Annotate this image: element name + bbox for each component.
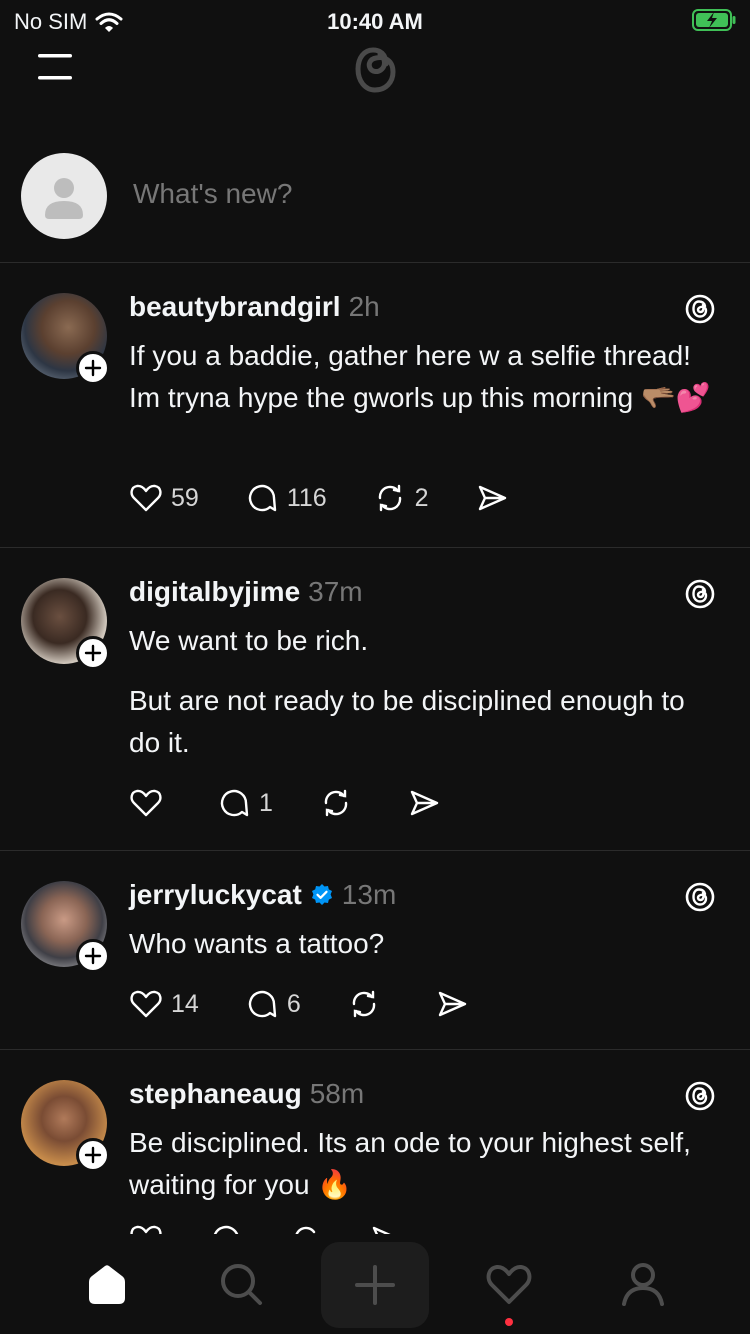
create-icon bbox=[355, 1265, 395, 1305]
repost-button[interactable]: 2 bbox=[373, 481, 429, 515]
post-text: But are not ready to be disciplined enou… bbox=[129, 685, 685, 758]
follow-plus-icon[interactable] bbox=[76, 1138, 110, 1172]
repost-button[interactable] bbox=[347, 987, 389, 1021]
like-button[interactable] bbox=[129, 786, 171, 820]
post-text: If you a baddie, gather here w a selfie … bbox=[129, 340, 711, 413]
like-button[interactable]: 59 bbox=[129, 481, 199, 515]
post-body: Be disciplined. Its an ode to your highe… bbox=[129, 1122, 719, 1224]
activity-icon bbox=[486, 1264, 532, 1304]
nav-search[interactable] bbox=[211, 1254, 271, 1314]
post-time: 58m bbox=[309, 1078, 365, 1109]
comment-icon bbox=[220, 789, 249, 817]
post-text: Who wants a tattoo? bbox=[129, 928, 385, 959]
nav-home[interactable] bbox=[77, 1254, 137, 1314]
repost-button[interactable] bbox=[319, 786, 361, 820]
post-card[interactable]: beautybrandgirl 2h If you a baddie, gath… bbox=[0, 263, 750, 548]
post-time: 2h bbox=[348, 291, 380, 322]
threads-mark-icon[interactable] bbox=[684, 881, 716, 913]
share-button[interactable] bbox=[407, 786, 441, 820]
post-text: Be disciplined. Its an ode to your highe… bbox=[129, 1127, 691, 1200]
reply-button[interactable]: 1 bbox=[217, 786, 273, 820]
username[interactable]: stephaneaug bbox=[129, 1078, 302, 1110]
follow-plus-icon[interactable] bbox=[76, 939, 110, 973]
nav-create[interactable] bbox=[321, 1242, 429, 1328]
post-time: 13m bbox=[341, 879, 397, 910]
follow-plus-icon[interactable] bbox=[76, 636, 110, 670]
follow-plus-icon[interactable] bbox=[76, 351, 110, 385]
username[interactable]: beautybrandgirl bbox=[129, 291, 341, 323]
repost-button[interactable] bbox=[289, 1222, 323, 1234]
reply-count: 116 bbox=[286, 483, 327, 512]
threads-logo-icon[interactable] bbox=[340, 34, 410, 104]
composer[interactable]: What's new? bbox=[0, 150, 750, 263]
bottom-nav bbox=[0, 1234, 750, 1334]
like-button[interactable]: 14 bbox=[129, 987, 199, 1021]
post-card[interactable]: digitalbyjime 37m We want to be rich. Bu… bbox=[0, 548, 750, 851]
post-body: If you a baddie, gather here w a selfie … bbox=[129, 335, 719, 437]
search-icon bbox=[221, 1264, 262, 1305]
top-bar bbox=[0, 40, 750, 110]
repost-count: 2 bbox=[414, 483, 429, 512]
like-count: 59 bbox=[171, 483, 199, 512]
heart-icon bbox=[130, 789, 162, 817]
share-button[interactable] bbox=[475, 481, 509, 515]
activity-notification-dot bbox=[505, 1318, 513, 1326]
heart-icon bbox=[130, 484, 162, 512]
send-icon bbox=[438, 991, 466, 1017]
like-count: 14 bbox=[171, 989, 199, 1018]
comment-icon bbox=[248, 990, 277, 1018]
reply-button[interactable] bbox=[209, 1222, 243, 1234]
nav-profile[interactable] bbox=[613, 1254, 673, 1314]
profile-icon bbox=[622, 1263, 664, 1306]
share-button[interactable] bbox=[369, 1222, 403, 1234]
username[interactable]: digitalbyjime bbox=[129, 576, 300, 608]
threads-mark-icon[interactable] bbox=[684, 578, 716, 610]
repost-icon bbox=[295, 1226, 316, 1234]
post-actions: 14 6 bbox=[129, 987, 515, 1021]
send-icon bbox=[410, 790, 439, 816]
status-time: 10:40 AM bbox=[327, 9, 423, 34]
comment-icon bbox=[213, 1225, 239, 1234]
post-actions bbox=[129, 1222, 449, 1234]
menu-icon[interactable] bbox=[36, 52, 74, 82]
nav-activity[interactable] bbox=[479, 1254, 539, 1314]
heart-icon bbox=[130, 990, 162, 1018]
username[interactable]: jerryluckycat bbox=[129, 879, 302, 911]
verified-badge-icon bbox=[311, 884, 332, 905]
send-icon bbox=[372, 1226, 391, 1234]
post-text: We want to be rich. bbox=[129, 625, 369, 656]
repost-icon bbox=[324, 789, 348, 817]
send-icon bbox=[478, 485, 506, 511]
heart-icon bbox=[130, 1225, 162, 1234]
home-icon bbox=[89, 1265, 125, 1304]
like-button[interactable] bbox=[129, 1222, 163, 1234]
reply-count: 1 bbox=[259, 788, 273, 817]
post-actions: 1 bbox=[129, 786, 487, 820]
composer-placeholder[interactable]: What's new? bbox=[133, 178, 292, 210]
threads-mark-icon[interactable] bbox=[684, 293, 716, 325]
reply-button[interactable]: 116 bbox=[245, 481, 327, 515]
post-card[interactable]: jerryluckycat 13m Who wants a tattoo? 14… bbox=[0, 851, 750, 1050]
comment-icon bbox=[248, 484, 277, 512]
share-button[interactable] bbox=[435, 987, 469, 1021]
battery-charging-icon bbox=[692, 9, 736, 31]
post-card[interactable]: stephaneaug 58m Be disciplined. Its an o… bbox=[0, 1050, 750, 1234]
post-body: We want to be rich. But are not ready to… bbox=[129, 620, 719, 782]
repost-icon bbox=[352, 990, 375, 1018]
default-avatar-icon bbox=[45, 178, 83, 219]
post-body: Who wants a tattoo? bbox=[129, 923, 719, 983]
reply-count: 6 bbox=[286, 989, 301, 1018]
repost-icon bbox=[378, 484, 401, 512]
post-time: 37m bbox=[308, 576, 363, 607]
threads-mark-icon[interactable] bbox=[684, 1080, 716, 1112]
reply-button[interactable]: 6 bbox=[245, 987, 301, 1021]
post-actions: 59 116 2 bbox=[129, 481, 555, 515]
composer-avatar[interactable] bbox=[21, 153, 107, 239]
